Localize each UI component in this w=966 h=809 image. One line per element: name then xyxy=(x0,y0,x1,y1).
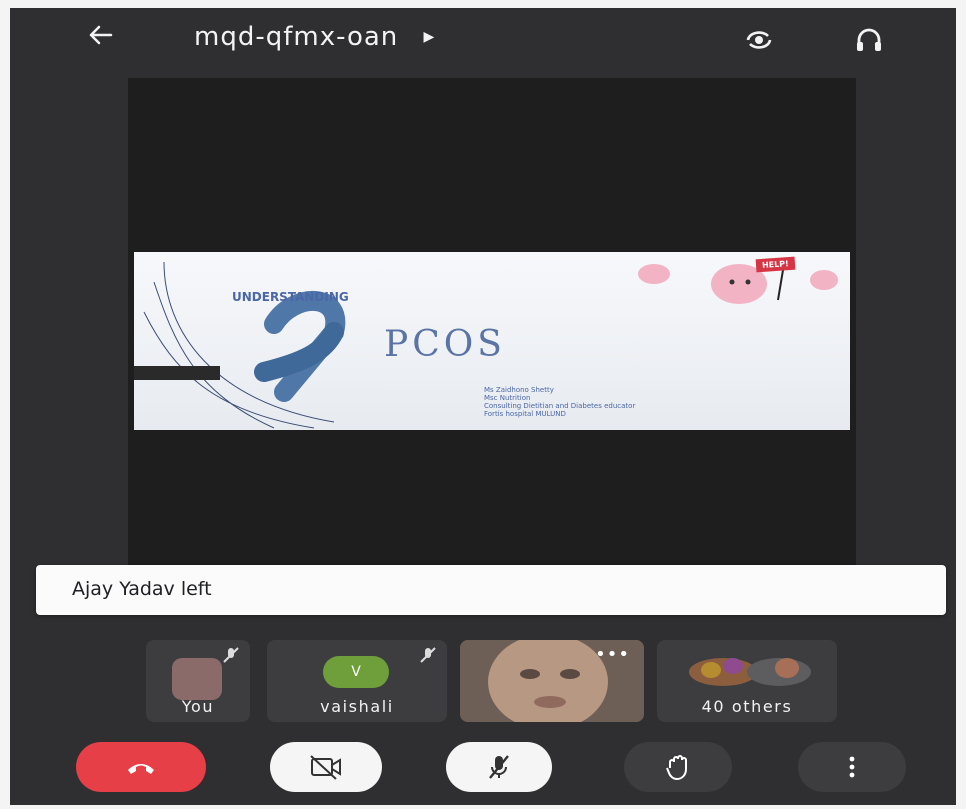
meeting-title[interactable]: mqd-qfmx-oan ▶ xyxy=(194,22,435,52)
participant-name: You xyxy=(181,697,215,716)
mic-off-icon xyxy=(489,755,509,779)
toast-text: Ajay Yadav left xyxy=(72,578,212,600)
audio-output-button[interactable] xyxy=(847,20,891,60)
presenter-line: Consulting Dietitian and Diabetes educat… xyxy=(484,402,636,410)
meeting-screen: mqd-qfmx-oan ▶ UNDERSTANDING PCOS HELP! … xyxy=(10,8,956,805)
participant-name: vaishali xyxy=(320,697,394,716)
more-options-button[interactable] xyxy=(798,742,906,792)
end-call-icon xyxy=(128,764,154,774)
mic-off-icon xyxy=(420,647,436,663)
camera-toggle-button[interactable] xyxy=(270,742,382,792)
top-bar: mqd-qfmx-oan ▶ xyxy=(10,8,956,70)
more-horizontal-icon[interactable]: ••• xyxy=(595,644,630,665)
slide-heading: UNDERSTANDING xyxy=(232,290,349,304)
meeting-code: mqd-qfmx-oan xyxy=(194,22,399,52)
raise-hand-button[interactable] xyxy=(624,742,732,792)
play-arrow-icon: ▶ xyxy=(423,29,436,45)
avatar: V xyxy=(323,656,389,688)
camera-switch-icon xyxy=(746,31,772,49)
end-call-button[interactable] xyxy=(76,742,206,792)
participant-video-tile[interactable]: ••• xyxy=(460,640,644,722)
avatar xyxy=(172,658,222,700)
participant-tile-you[interactable]: You xyxy=(146,640,250,722)
others-avatars xyxy=(689,658,811,686)
mic-toggle-button[interactable] xyxy=(446,742,552,792)
arrow-left-icon xyxy=(89,25,113,45)
presenter-line: Fortis hospital MULUND xyxy=(484,410,566,418)
presenter-line: Ms Zaidhono Shetty xyxy=(484,386,554,394)
raise-hand-icon xyxy=(666,755,687,781)
help-sign: HELP! xyxy=(755,256,796,273)
presenter-line: Msc Nutrition xyxy=(484,394,531,402)
call-controls xyxy=(10,742,956,802)
participant-tile-others[interactable]: 40 others xyxy=(657,640,837,722)
back-button[interactable] xyxy=(80,20,120,60)
camera-off-icon xyxy=(310,755,341,780)
participant-name: 40 others xyxy=(701,697,793,716)
presentation-stage[interactable]: UNDERSTANDING PCOS HELP! Ms Zaidhono She… xyxy=(128,78,856,566)
shared-slide: UNDERSTANDING PCOS HELP! Ms Zaidhono She… xyxy=(134,252,850,430)
mic-off-icon xyxy=(223,647,239,663)
participant-tile-vaishali[interactable]: V vaishali xyxy=(267,640,447,722)
presenter-details: Ms Zaidhono Shetty Msc Nutrition Consult… xyxy=(484,386,635,418)
slide-title: PCOS xyxy=(384,324,506,365)
participant-left-toast: Ajay Yadav left xyxy=(36,565,946,615)
more-vertical-icon xyxy=(849,756,855,778)
switch-camera-button[interactable] xyxy=(737,20,781,60)
headphones-icon xyxy=(857,28,881,51)
